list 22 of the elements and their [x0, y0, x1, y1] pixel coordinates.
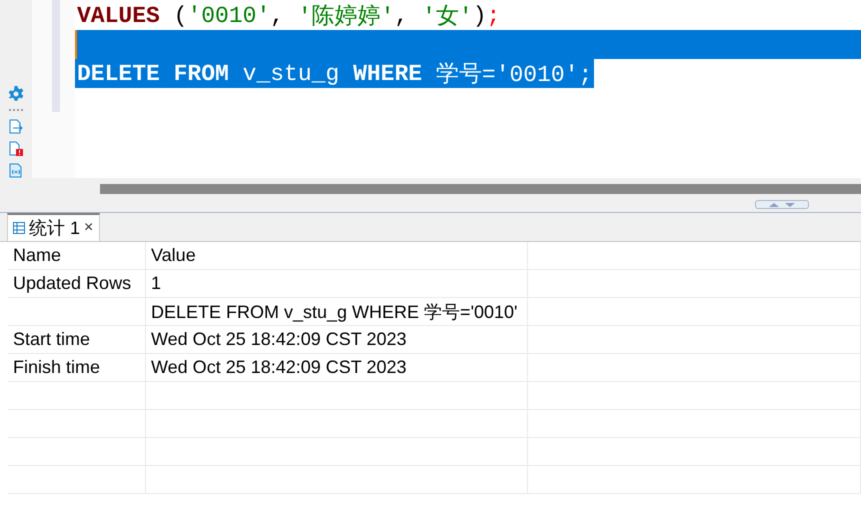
gear-icon[interactable] — [8, 86, 24, 102]
file-arrow-icon[interactable] — [9, 119, 23, 134]
close-button[interactable]: × — [84, 219, 94, 237]
file-variable-icon[interactable] — [9, 163, 23, 178]
file-error-icon[interactable] — [9, 141, 23, 156]
results-tab[interactable]: 统计 1 × — [7, 213, 100, 241]
table-icon — [13, 222, 25, 234]
table-cell: Updated Rows — [8, 270, 146, 298]
up-arrow-icon — [769, 202, 779, 206]
table-cell: Wed Oct 25 18:42:09 CST 2023 — [146, 354, 528, 382]
down-arrow-icon — [785, 202, 795, 206]
column-header: Value — [146, 242, 528, 270]
code-line: VALUES ('0010', '陈婷婷', '女'); — [76, 2, 502, 30]
table-cell: Finish time — [8, 354, 146, 382]
scrollbar-thumb[interactable] — [100, 184, 861, 194]
table-cell: Start time — [8, 326, 146, 354]
dots-icon — [9, 109, 23, 112]
table-cell: 1 — [146, 270, 528, 298]
panel-toggle[interactable] — [755, 200, 809, 209]
table-cell: DELETE FROM v_stu_g WHERE 学号='0010' — [146, 298, 528, 326]
column-header: Name — [8, 242, 146, 270]
table-cell: Wed Oct 25 18:42:09 CST 2023 — [146, 326, 528, 354]
